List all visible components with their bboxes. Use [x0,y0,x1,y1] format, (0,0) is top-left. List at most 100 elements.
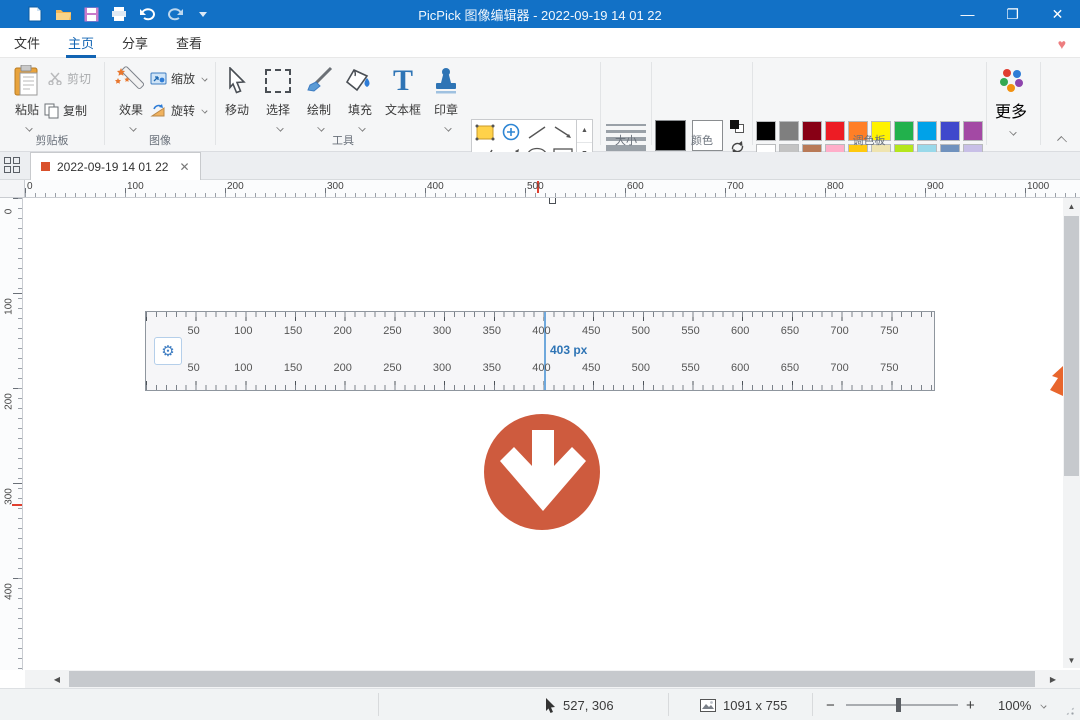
stamp-tool-button[interactable]: 印章 [426,62,466,136]
tab-close-icon[interactable]: ✕ [179,160,189,174]
cursor-position-value: 527, 306 [563,698,614,713]
hruler-label: 900 [927,181,944,192]
ribbon-tab-0[interactable]: 文件 [0,28,54,58]
select-tool-button[interactable]: 选择 [258,62,298,136]
cut-button[interactable]: 剪切 [48,70,91,87]
vertical-ruler[interactable]: 0100200300400500 [0,198,23,670]
fill-chevron-icon [358,124,365,131]
ribbon-tab-2[interactable]: 分享 [108,28,162,58]
shape-line[interactable] [524,120,550,144]
new-file-icon[interactable] [26,5,44,23]
vertical-scroll-thumb[interactable] [1064,216,1079,476]
gallery-scroll-up-icon[interactable]: ▲ [577,120,592,143]
ruler-tool-label: 500 [632,325,650,337]
zoom-out-button[interactable]: − [826,689,835,720]
shape-highlight-circle[interactable] [498,120,524,144]
undo-icon[interactable] [138,5,156,23]
textbox-tool-button[interactable]: T 文本框 [381,62,425,118]
ruler-corner [0,180,25,198]
ruler-tool-label: 100 [234,362,252,374]
horizontal-scroll-thumb[interactable] [69,671,1035,687]
close-button[interactable]: ✕ [1035,0,1080,28]
shape-arrow-line[interactable] [550,120,576,144]
horizontal-scrollbar[interactable]: ◀ ▶ [25,670,1063,688]
fill-tool-button[interactable]: 填充 [340,62,380,136]
maximize-button[interactable]: ❐ [990,0,1035,28]
move-tool-button[interactable]: 移动 [217,62,257,118]
scroll-down-icon[interactable]: ▼ [1063,652,1080,668]
stamp-chevron-icon [444,124,451,131]
scroll-up-icon[interactable]: ▲ [1063,198,1080,214]
canvas[interactable]: ⚙ 403 px 5050100100150150200200250250300… [25,198,1063,670]
qat-dropdown-icon[interactable] [194,5,212,23]
ruler-tool-label: 600 [731,362,749,374]
ruler-tool-label: 300 [433,325,451,337]
tab-grid-icon[interactable] [4,157,24,175]
download-arrow-image [484,414,600,530]
open-file-icon[interactable] [54,5,72,23]
fill-bucket-icon [340,62,380,100]
size-group-label: 大小 [601,132,651,148]
draw-tool-button[interactable]: 绘制 [299,62,339,136]
collapse-ribbon-icon[interactable] [1057,136,1067,146]
ruler-tool-label: 750 [880,325,898,337]
ruler-tool-label: 350 [483,362,501,374]
print-icon[interactable] [110,5,128,23]
image-size-icon [700,699,716,712]
ruler-tool-label: 500 [632,362,650,374]
zoom-level[interactable]: 100% [998,689,1046,720]
color-group-label: 颜色 [652,132,752,148]
hruler-label: 100 [127,181,144,192]
shape-filled-rect[interactable] [472,120,498,144]
heart-icon[interactable]: ♥ [1058,36,1066,52]
resize-icon [150,72,167,85]
resize-button[interactable]: 缩放 [150,70,207,87]
ribbon-tab-3[interactable]: 查看 [162,28,216,58]
ruler-tool-label: 750 [880,362,898,374]
hruler-label: 1000 [1027,181,1049,192]
hruler-label: 600 [627,181,644,192]
paste-icon [4,62,50,100]
paste-chevron-icon [25,124,32,131]
copy-button[interactable]: 复制 [44,102,87,119]
zoom-in-button[interactable]: + [966,689,975,720]
statusbar-divider [668,693,669,716]
resize-grip[interactable] [1064,705,1076,717]
vertical-scrollbar[interactable]: ▲ ▼ [1063,198,1080,668]
stamp-label: 印章 [426,101,466,118]
measure-line [544,312,546,390]
redo-icon[interactable] [166,5,184,23]
selection-handle[interactable] [549,198,556,204]
title-bar: PicPick 图像编辑器 - 2022-09-19 14 01 22 — ❐ … [0,0,1080,28]
zoom-slider-track[interactable] [846,704,958,706]
ruler-tool-label: 200 [334,325,352,337]
save-icon[interactable] [82,5,100,23]
rotate-label: 旋转 [171,102,195,119]
more-colors-button[interactable]: 更多 [990,62,1032,140]
document-tab[interactable]: 2022-09-19 14 01 22 ✕ [30,152,201,180]
text-icon: T [381,62,425,100]
ruler-tool-label: 700 [830,325,848,337]
ribbon-tab-1[interactable]: 主页 [54,28,108,58]
copy-label: 复制 [63,102,87,119]
scroll-left-icon[interactable]: ◀ [49,670,65,688]
ruler-tool-label: 50 [188,362,200,374]
ruler-tool-label: 650 [781,362,799,374]
zoom-slider-thumb[interactable] [896,698,901,712]
minimize-button[interactable]: — [945,0,990,28]
rotate-icon [150,104,167,118]
horizontal-ruler[interactable]: 01002003004005006007008009001000 [0,180,1080,198]
scroll-right-icon[interactable]: ▶ [1045,670,1061,688]
effects-button[interactable]: 效果 [108,62,154,136]
scrollbar-corner [1063,670,1080,688]
draw-label: 绘制 [299,101,339,118]
picpick-window: PicPick 图像编辑器 - 2022-09-19 14 01 22 — ❐ … [0,0,1080,720]
vruler-label: 100 [4,295,15,319]
paste-button[interactable]: 粘贴 [4,62,50,136]
rotate-button[interactable]: 旋转 [150,102,207,119]
resize-label: 缩放 [171,70,195,87]
ruler-tool-label: 300 [433,362,451,374]
more-colors-icon [990,62,1032,98]
effects-icon [108,62,154,100]
hruler-label: 700 [727,181,744,192]
